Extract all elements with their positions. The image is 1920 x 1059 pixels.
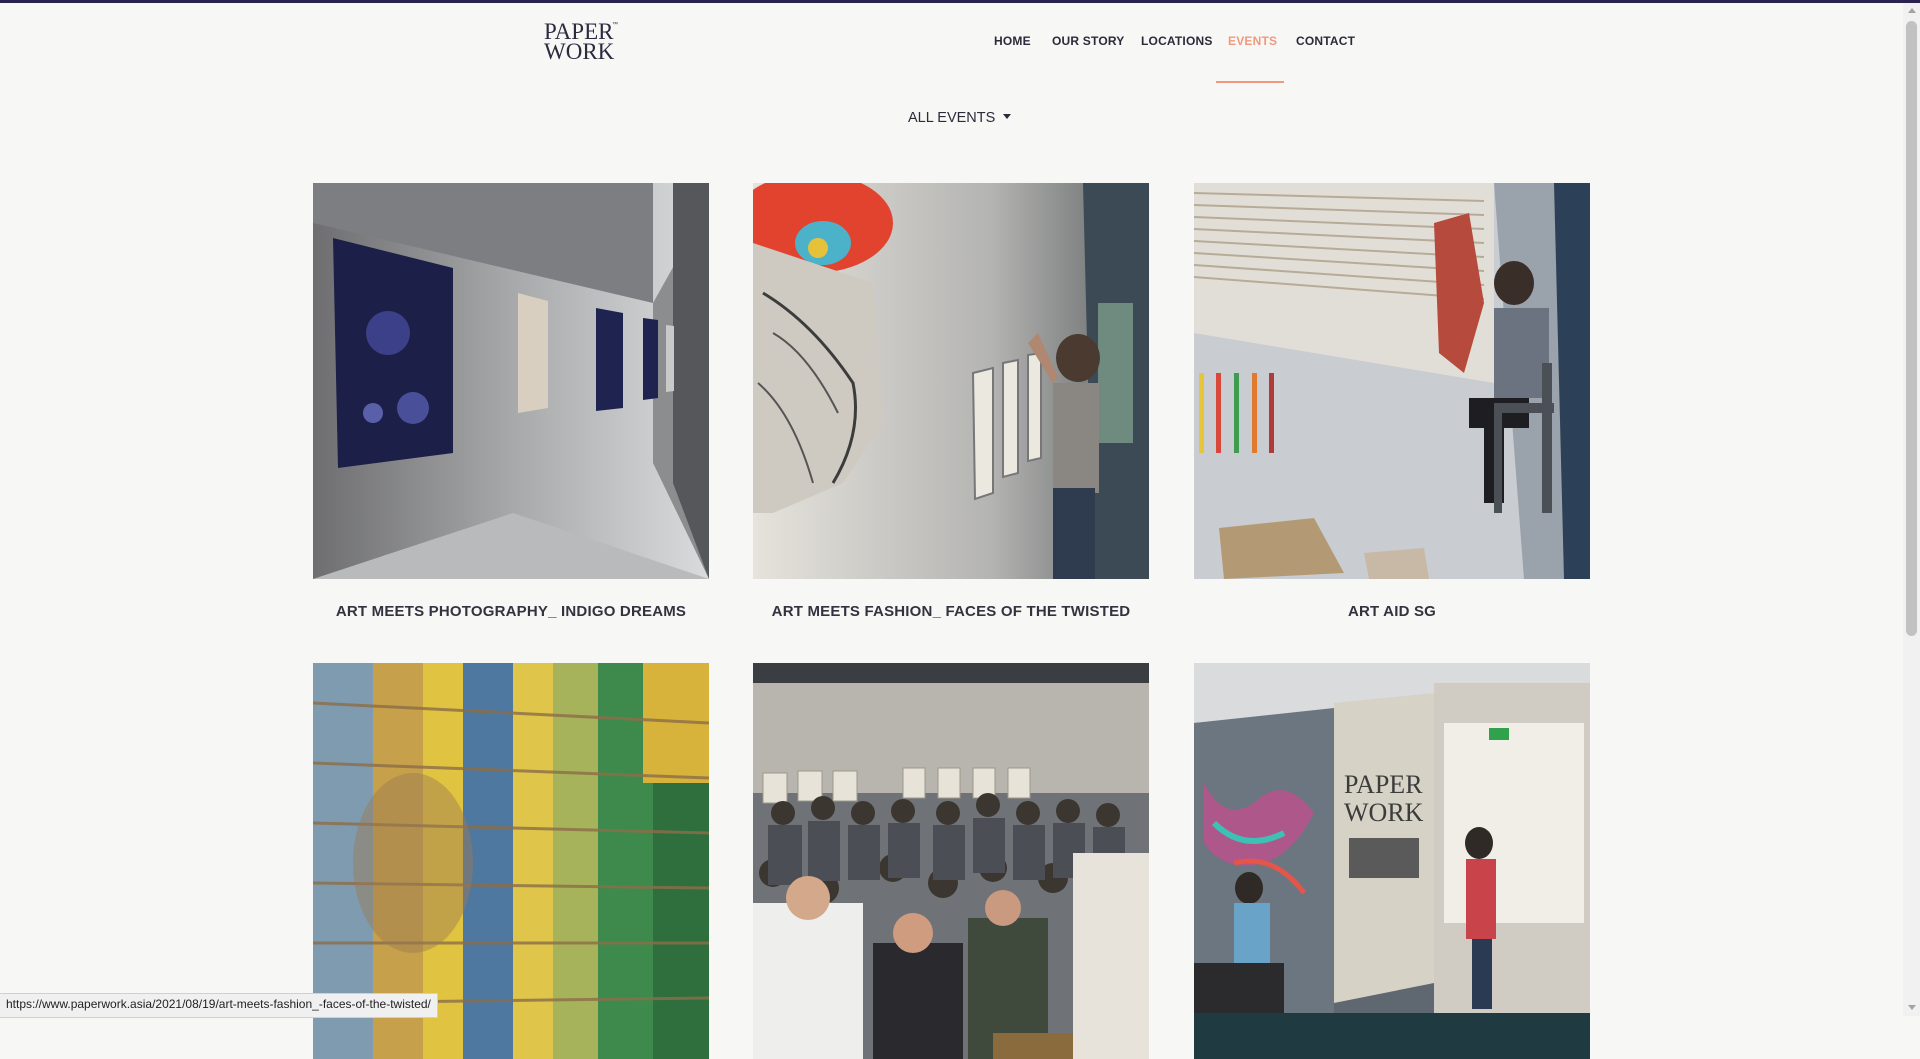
link-status-bar: https://www.paperwork.asia/2021/08/19/ar… xyxy=(0,993,438,1018)
scroll-down-arrow-icon[interactable] xyxy=(1908,1005,1916,1010)
logo-line-work: WORK xyxy=(544,39,615,64)
active-nav-underline xyxy=(1216,81,1284,83)
event-title[interactable]: ART AID SG xyxy=(1174,603,1610,620)
nav-item-events[interactable]: EVENTS xyxy=(1228,34,1277,48)
logo-trademark: ™ xyxy=(612,22,618,28)
scrollbar-thumb[interactable] xyxy=(1906,21,1917,636)
scroll-up-arrow-icon[interactable] xyxy=(1908,8,1916,13)
svg-text:PAPER: PAPER xyxy=(1344,770,1423,799)
nav-item-contact[interactable]: CONTACT xyxy=(1296,34,1355,48)
top-accent-rule xyxy=(0,0,1920,3)
nav-item-locations[interactable]: LOCATIONS xyxy=(1141,34,1213,48)
event-title[interactable]: ART MEETS PHOTOGRAPHY_ INDIGO DREAMS xyxy=(293,603,729,620)
nav-item-home[interactable]: HOME xyxy=(994,34,1031,48)
svg-text:WORK: WORK xyxy=(1344,798,1424,827)
event-filter-dropdown[interactable]: ALL EVENTS xyxy=(908,110,1012,130)
page-scrollbar[interactable] xyxy=(1903,3,1920,1016)
event-title[interactable]: ART MEETS FASHION_ FACES OF THE TWISTED xyxy=(733,603,1169,620)
audience-gathering-photo[interactable] xyxy=(753,663,1149,1059)
artist-mural-photo[interactable] xyxy=(1194,183,1590,579)
paperwork-lobby-photo[interactable]: PAPER WORK xyxy=(1194,663,1590,1059)
artist-hanging-frames-photo[interactable] xyxy=(753,183,1149,579)
caret-down-icon xyxy=(1003,114,1012,119)
gallery-hallway-photo[interactable] xyxy=(313,183,709,579)
nav-item-our-story[interactable]: OUR STORY xyxy=(1052,34,1124,48)
event-filter-label: ALL EVENTS xyxy=(908,110,996,126)
paperwork-logo[interactable]: PAPER WORK ™ xyxy=(540,18,630,68)
